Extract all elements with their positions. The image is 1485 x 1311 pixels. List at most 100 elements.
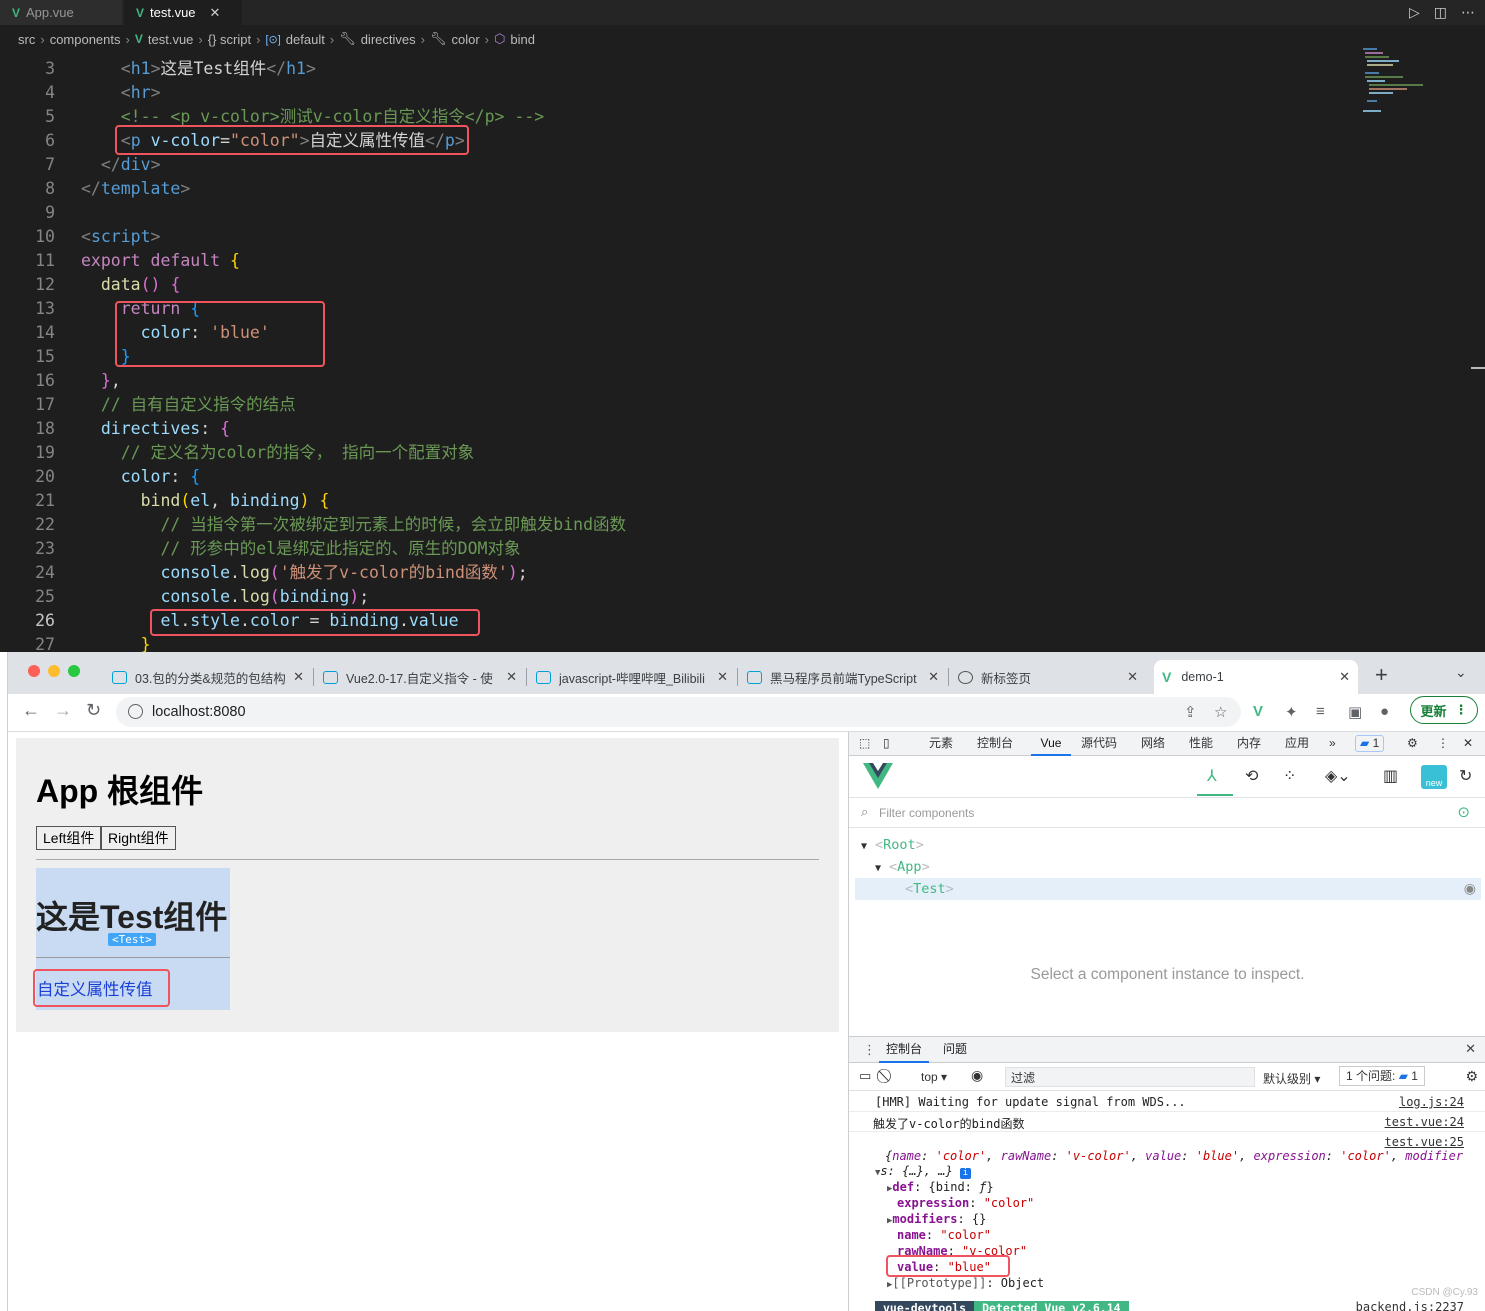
binding-object-summary[interactable]: {name: 'color', rawName: 'v-color', valu… <box>885 1149 1485 1163</box>
code-line[interactable]: 13 return { <box>0 297 1352 321</box>
browser-tab[interactable]: javascript-哔哩哔哩_Bilibili ✕ <box>528 660 736 694</box>
tab-console[interactable]: 控制台 <box>977 732 1013 756</box>
code-line[interactable]: 12 data() { <box>0 273 1352 297</box>
vue-devtools-extension-icon[interactable]: V <box>1253 703 1263 720</box>
routes-dots-icon[interactable]: ⁘ <box>1283 766 1296 786</box>
code-line[interactable]: 17 // 自有自定义指令的结点 <box>0 393 1352 417</box>
browser-tab-active[interactable]: V demo-1 ✕ <box>1154 660 1358 694</box>
code-line[interactable]: 8 </template> <box>0 177 1352 201</box>
breadcrumb-item[interactable]: directives <box>361 32 416 47</box>
issues-button[interactable]: 1 个问题: ▰ 1 <box>1339 1066 1425 1086</box>
tab-application[interactable]: 应用 <box>1285 732 1309 756</box>
code-editor[interactable]: V App.vue V test.vue ✕ ▷ ◫ ⋯ src › compon… <box>0 0 1485 652</box>
profile-avatar-icon[interactable]: ● <box>1380 703 1389 720</box>
log-level-dropdown[interactable]: 默认级别 ▾ <box>1263 1070 1320 1087</box>
filter-components-input[interactable] <box>879 804 1439 822</box>
run-icon[interactable]: ▷ <box>1409 4 1420 21</box>
binding-prop-modifiers[interactable]: ▶modifiers: {} <box>887 1212 1485 1226</box>
tree-node-root[interactable]: ▼ <Root> <box>861 835 924 856</box>
breadcrumb-item[interactable]: default <box>286 32 325 47</box>
close-icon[interactable]: ✕ <box>506 669 517 685</box>
browser-tab[interactable]: Vue2.0-17.自定义指令 - 使 ✕ <box>315 660 525 694</box>
media-queue-icon[interactable]: ≡ <box>1316 703 1325 720</box>
binding-prop-def[interactable]: ▶def: {bind: ƒ} <box>887 1180 1485 1194</box>
tree-node-app[interactable]: ▼ <App> <box>875 857 930 878</box>
close-icon[interactable]: ✕ <box>293 669 304 685</box>
breadcrumb-item[interactable]: test.vue <box>148 32 194 47</box>
tab-sources[interactable]: 源代码 <box>1081 732 1117 756</box>
code-line[interactable]: 20 color: { <box>0 465 1352 489</box>
breadcrumb-item[interactable]: components <box>50 32 121 47</box>
code-line[interactable]: 23 // 形参中的el是绑定此指定的、原生的DOM对象 <box>0 537 1352 561</box>
code-line[interactable]: 22 // 当指令第一次被绑定到元素上的时候，会立即触发bind函数 <box>0 513 1352 537</box>
binding-prop-prototype[interactable]: ▶[[Prototype]]: Object <box>887 1276 1485 1290</box>
drawer-menu-icon[interactable]: ⋮ <box>863 1042 876 1058</box>
side-panel-icon[interactable]: ▣ <box>1348 703 1362 721</box>
minimize-window-button[interactable] <box>48 665 60 677</box>
code-line[interactable]: 15 } <box>0 345 1352 369</box>
more-actions-icon[interactable]: ⋯ <box>1461 4 1475 21</box>
close-icon[interactable]: ✕ <box>1339 669 1350 685</box>
code-line[interactable]: 19 // 定义名为color的指令， 指向一个配置对象 <box>0 441 1352 465</box>
close-icon[interactable]: ✕ <box>717 669 728 685</box>
components-tree-icon[interactable]: ⅄ <box>1207 766 1217 786</box>
browser-tab[interactable]: 新标签页 ✕ <box>950 660 1146 694</box>
console-source-link[interactable]: test.vue:25 <box>1385 1135 1464 1149</box>
code-line[interactable]: 5 <!-- <p v-color>测试v-color自定义指令</p> --> <box>0 105 1352 129</box>
tab-network[interactable]: 网络 <box>1141 732 1165 756</box>
browser-tab[interactable]: 黑马程序员前端TypeScript ✕ <box>739 660 947 694</box>
context-selector[interactable]: top ▾ <box>921 1070 947 1084</box>
console-source-link[interactable]: log.js:24 <box>1399 1095 1464 1109</box>
sidebar-toggle-icon[interactable]: ▭ <box>859 1068 871 1084</box>
settings-new-badge[interactable]: new <box>1421 765 1447 789</box>
device-toolbar-icon[interactable]: ▯ <box>883 732 890 756</box>
extensions-puzzle-icon[interactable]: ✦ <box>1285 703 1298 721</box>
reload-icon[interactable]: ↻ <box>86 700 101 721</box>
breadcrumb-item[interactable]: color <box>451 32 479 47</box>
close-icon[interactable]: ✕ <box>1127 669 1138 685</box>
performance-chart-icon[interactable]: ▥ <box>1383 766 1398 786</box>
refresh-icon[interactable]: ↻ <box>1459 766 1472 786</box>
select-component-target-icon[interactable]: ⊙ <box>1457 803 1470 821</box>
browser-tab[interactable]: 03.包的分类&规范的包结构 ✕ <box>104 660 312 694</box>
timeline-icon[interactable]: ⟲ <box>1245 766 1258 786</box>
update-button[interactable]: 更新 ⋮ <box>1410 696 1478 724</box>
forward-arrow-icon[interactable]: → <box>54 700 72 721</box>
code-line[interactable]: 4 <hr> <box>0 81 1352 105</box>
address-bar[interactable]: localhost:8080 <box>116 697 1241 727</box>
settings-gear-icon[interactable]: ⚙ <box>1465 1068 1478 1085</box>
tab-vue[interactable]: Vue <box>1031 732 1071 756</box>
code-line[interactable]: 9 <box>0 201 1352 225</box>
code-line[interactable]: 10 <script> <box>0 225 1352 249</box>
code-line[interactable]: 27 } <box>0 633 1352 652</box>
tab-elements[interactable]: 元素 <box>929 732 953 756</box>
console-filter-input[interactable] <box>1005 1067 1255 1087</box>
minimap[interactable] <box>1363 45 1463 125</box>
console-source-link[interactable]: test.vue:24 <box>1385 1115 1464 1129</box>
drawer-tab-issues[interactable]: 问题 <box>943 1037 967 1062</box>
eye-icon[interactable]: ◉ <box>971 1067 983 1084</box>
code-line[interactable]: 6 <p v-color="color">自定义属性传值</p> <box>0 129 1352 153</box>
inspect-element-icon[interactable]: ⬚ <box>859 732 870 756</box>
code-line[interactable]: 26 el.style.color = binding.value <box>0 609 1352 633</box>
breadcrumb-item[interactable]: src <box>18 32 35 47</box>
code-line[interactable]: 21 bind(el, binding) { <box>0 489 1352 513</box>
editor-tab-test-vue[interactable]: V test.vue ✕ <box>124 0 242 25</box>
code-line[interactable]: 24 console.log('触发了v-color的bind函数'); <box>0 561 1352 585</box>
breadcrumb-item[interactable]: {} script <box>208 32 251 47</box>
split-editor-icon[interactable]: ◫ <box>1434 4 1447 21</box>
new-tab-button[interactable]: + <box>1375 662 1388 688</box>
eye-icon[interactable]: ◉ <box>1464 880 1476 897</box>
maximize-window-button[interactable] <box>68 665 80 677</box>
info-icon[interactable]: i <box>959 1168 971 1179</box>
code-line[interactable]: 11 export default { <box>0 249 1352 273</box>
vuex-diamond-icon[interactable]: ◈⌄ <box>1325 766 1351 786</box>
console-source-link[interactable]: backend.js:2237 <box>1356 1300 1464 1311</box>
settings-gear-icon[interactable]: ⚙ <box>1407 732 1418 756</box>
drawer-tab-console[interactable]: 控制台 <box>879 1037 930 1063</box>
site-info-icon[interactable] <box>128 704 143 719</box>
close-icon[interactable]: ✕ <box>1463 732 1473 756</box>
code-area[interactable]: 3 <h1>这是Test组件</h1> 4 <hr> 5 <!-- <p v-col… <box>0 57 1352 652</box>
share-icon[interactable]: ⇪ <box>1184 703 1197 721</box>
bookmark-star-icon[interactable]: ☆ <box>1214 703 1227 721</box>
